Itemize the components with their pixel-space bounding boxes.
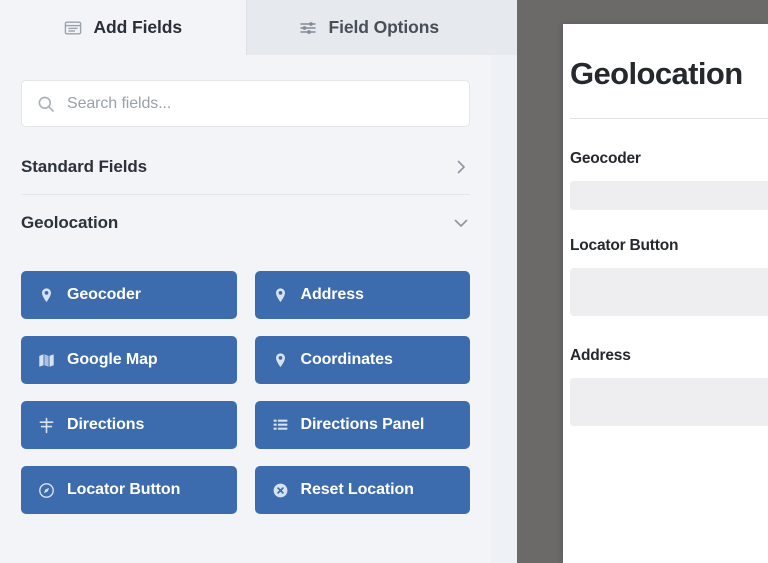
chevron-down-icon[interactable] xyxy=(452,214,470,232)
compass-icon xyxy=(38,482,55,499)
map-pin-icon xyxy=(38,287,55,304)
close-circle-icon xyxy=(272,482,289,499)
form-builder-screen: Add Fields Field Options Search fields..… xyxy=(0,0,768,563)
section-geolocation-header[interactable]: Geolocation xyxy=(21,195,470,251)
panel-gutter-top xyxy=(491,0,517,55)
panel-gutter xyxy=(491,0,517,563)
map-pin-icon xyxy=(272,352,289,369)
preview-field-locator-button-label: Locator Button xyxy=(570,237,679,255)
list-lines-icon xyxy=(272,417,289,434)
tab-add-fields[interactable]: Add Fields xyxy=(0,0,246,55)
section-standard-fields-header[interactable]: Standard Fields xyxy=(21,139,470,195)
field-button-reset-location-label: Reset Location xyxy=(300,481,414,498)
section-geolocation-title: Geolocation xyxy=(21,213,119,232)
panel-gutter-body xyxy=(491,55,517,563)
field-button-directions[interactable]: Directions xyxy=(21,401,237,449)
field-button-coordinates[interactable]: Coordinates xyxy=(254,336,470,384)
map-pin-icon xyxy=(272,287,289,304)
field-button-geocoder[interactable]: Geocoder xyxy=(21,271,237,319)
tab-add-fields-label: Add Fields xyxy=(93,17,183,37)
search-icon xyxy=(37,95,55,113)
builder-tab-bar: Add Fields Field Options xyxy=(0,0,491,55)
folded-map-icon xyxy=(38,352,55,369)
field-button-directions-panel[interactable]: Directions Panel xyxy=(254,401,470,449)
tab-field-options-label: Field Options xyxy=(328,17,439,37)
search-input[interactable]: Search fields... xyxy=(21,80,470,127)
field-button-reset-location[interactable]: Reset Location xyxy=(254,466,470,514)
field-button-address[interactable]: Address xyxy=(254,271,470,319)
preview-field-geocoder-input[interactable] xyxy=(570,181,768,211)
form-preview-divider xyxy=(570,118,768,120)
preview-field-geocoder-label: Geocoder xyxy=(570,150,641,168)
signpost-icon xyxy=(38,417,55,434)
preview-field-locator-button-input[interactable] xyxy=(570,268,768,317)
chevron-right-icon[interactable] xyxy=(452,158,470,176)
field-button-locator-button-label: Locator Button xyxy=(67,481,181,498)
form-preview-sheet: Geolocation Geocoder Locator Button Addr… xyxy=(563,24,768,563)
field-button-google-map-label: Google Map xyxy=(67,351,158,368)
preview-field-geocoder: Geocoder xyxy=(570,150,768,211)
tab-field-options[interactable]: Field Options xyxy=(245,0,491,55)
field-button-google-map[interactable]: Google Map xyxy=(21,336,237,384)
field-button-geocoder-label: Geocoder xyxy=(67,286,141,303)
form-preview-title: Geolocation xyxy=(570,56,743,91)
preview-field-address-input[interactable] xyxy=(570,378,768,427)
preview-field-address-label: Address xyxy=(570,347,631,365)
geolocation-field-grid: Geocoder Address Google Map Coordinates … xyxy=(21,271,470,514)
section-standard-fields: Standard Fields xyxy=(21,139,470,195)
sliders-icon xyxy=(298,18,317,37)
field-button-coordinates-label: Coordinates xyxy=(300,351,393,368)
section-standard-fields-title: Standard Fields xyxy=(21,156,148,176)
fields-list-icon xyxy=(64,18,83,37)
search-placeholder: Search fields... xyxy=(67,94,172,112)
section-geolocation: Geolocation xyxy=(21,195,470,251)
builder-panel: Add Fields Field Options Search fields..… xyxy=(0,0,491,563)
form-preview-content: Geolocation Geocoder Locator Button Addr… xyxy=(563,24,768,427)
field-button-address-label: Address xyxy=(300,286,364,303)
field-button-locator-button[interactable]: Locator Button xyxy=(21,466,237,514)
field-button-directions-label: Directions xyxy=(67,416,145,433)
preview-field-address: Address xyxy=(570,347,768,427)
search-fields-wrap: Search fields... xyxy=(21,80,470,127)
field-button-directions-panel-label: Directions Panel xyxy=(300,416,425,433)
preview-field-locator-button: Locator Button xyxy=(570,237,768,317)
